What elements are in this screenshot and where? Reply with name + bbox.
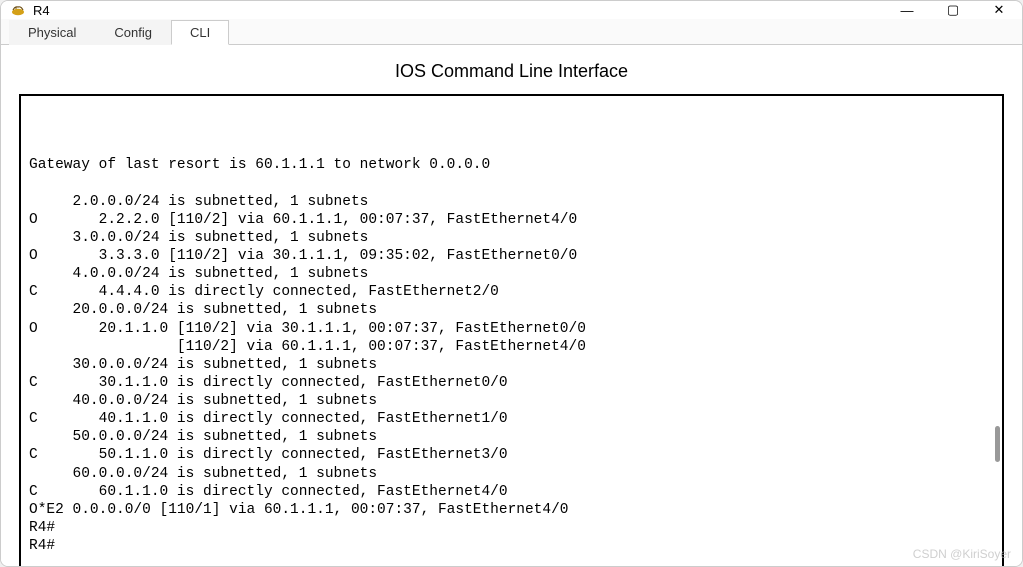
- terminal-line: [29, 138, 994, 156]
- terminal-line: C 50.1.1.0 is directly connected, FastEt…: [29, 446, 994, 464]
- terminal-line: 2.0.0.0/24 is subnetted, 1 subnets: [29, 193, 994, 211]
- cli-terminal[interactable]: Gateway of last resort is 60.1.1.1 to ne…: [19, 94, 1004, 567]
- close-button[interactable]: ✕: [976, 1, 1022, 19]
- terminal-line: O 2.2.2.0 [110/2] via 60.1.1.1, 00:07:37…: [29, 211, 994, 229]
- tab-config[interactable]: Config: [95, 20, 171, 45]
- terminal-line: C 4.4.4.0 is directly connected, FastEth…: [29, 283, 994, 301]
- terminal-line: C 30.1.1.0 is directly connected, FastEt…: [29, 374, 994, 392]
- content-title: IOS Command Line Interface: [19, 61, 1004, 82]
- terminal-line: 4.0.0.0/24 is subnetted, 1 subnets: [29, 265, 994, 283]
- title-bar: R4 — ▢ ✕: [1, 1, 1022, 19]
- app-icon: [9, 1, 27, 19]
- terminal-line: O 3.3.3.0 [110/2] via 30.1.1.1, 09:35:02…: [29, 247, 994, 265]
- tab-cli[interactable]: CLI: [171, 20, 229, 45]
- minimize-button[interactable]: —: [884, 1, 930, 19]
- terminal-line: 60.0.0.0/24 is subnetted, 1 subnets: [29, 465, 994, 483]
- content-area: IOS Command Line Interface Gateway of la…: [1, 45, 1022, 567]
- terminal-line: 50.0.0.0/24 is subnetted, 1 subnets: [29, 428, 994, 446]
- terminal-line: O*E2 0.0.0.0/0 [110/1] via 60.1.1.1, 00:…: [29, 501, 994, 519]
- scrollbar-thumb[interactable]: [995, 426, 1000, 462]
- window-title: R4: [33, 3, 884, 18]
- terminal-line: Gateway of last resort is 60.1.1.1 to ne…: [29, 156, 994, 174]
- terminal-line: R4#: [29, 537, 994, 555]
- terminal-line: 30.0.0.0/24 is subnetted, 1 subnets: [29, 356, 994, 374]
- terminal-line: R4#: [29, 519, 994, 537]
- terminal-line: O 20.1.1.0 [110/2] via 30.1.1.1, 00:07:3…: [29, 320, 994, 338]
- terminal-line: C 40.1.1.0 is directly connected, FastEt…: [29, 410, 994, 428]
- terminal-line: 40.0.0.0/24 is subnetted, 1 subnets: [29, 392, 994, 410]
- maximize-button[interactable]: ▢: [930, 1, 976, 19]
- terminal-line: [110/2] via 60.1.1.1, 00:07:37, FastEthe…: [29, 338, 994, 356]
- window-controls: — ▢ ✕: [884, 1, 1022, 19]
- terminal-line: 20.0.0.0/24 is subnetted, 1 subnets: [29, 301, 994, 319]
- terminal-line: C 60.1.1.0 is directly connected, FastEt…: [29, 483, 994, 501]
- tab-physical[interactable]: Physical: [9, 20, 95, 45]
- terminal-line: [29, 175, 994, 193]
- terminal-line: 3.0.0.0/24 is subnetted, 1 subnets: [29, 229, 994, 247]
- window-frame: R4 — ▢ ✕ Physical Config CLI IOS Command…: [0, 0, 1023, 567]
- tab-bar: Physical Config CLI: [1, 19, 1022, 45]
